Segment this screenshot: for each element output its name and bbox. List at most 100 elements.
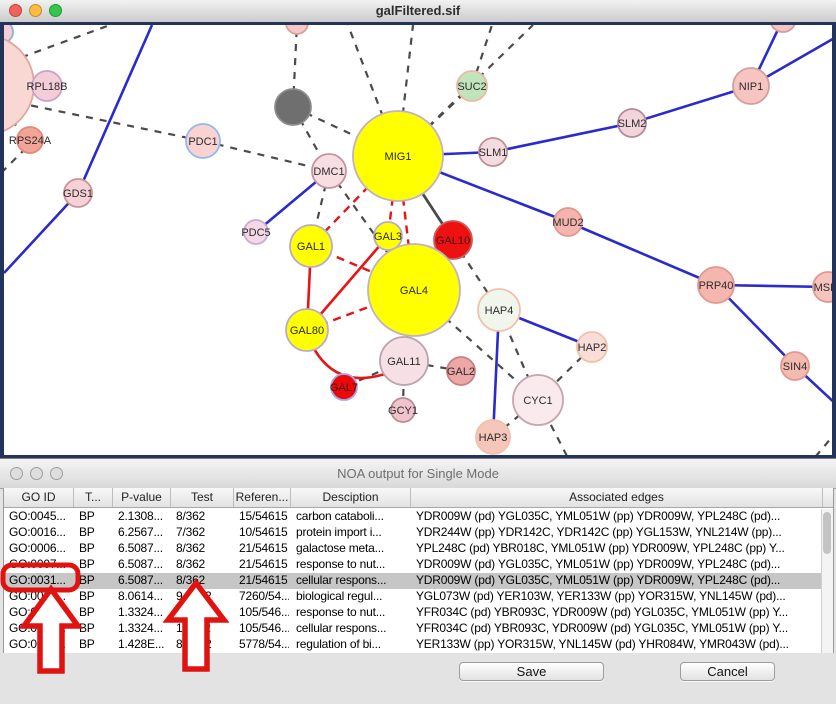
table-cell: YDR009W (pd) YGL035C, YML051W (pp) YDR00… bbox=[416, 557, 821, 573]
table-cell: 80/362 bbox=[176, 637, 232, 653]
table-cell: 1.428E... bbox=[118, 637, 169, 653]
table-cell: 8/362 bbox=[176, 541, 232, 557]
vertical-scrollbar[interactable] bbox=[821, 509, 833, 653]
node-label-GAL2: GAL2 bbox=[447, 366, 475, 378]
table-cell: cellular respons... bbox=[296, 621, 409, 637]
scrollbar-thumb[interactable] bbox=[823, 512, 831, 554]
table-cell: GO:0031... bbox=[9, 573, 72, 589]
node-label-GAL80: GAL80 bbox=[290, 325, 324, 337]
node-label-PRP40: PRP40 bbox=[699, 280, 734, 292]
node-label-RPS24A: RPS24A bbox=[9, 135, 52, 147]
table-row[interactable]: GO:0031...BP6.5087...8/36221/54615cellul… bbox=[4, 573, 834, 589]
table-row[interactable]: GO:0065...BP8.0614...94/3627260/54...bio… bbox=[4, 589, 834, 605]
table-cell: BP bbox=[79, 557, 111, 573]
column-header-6[interactable]: Associated edges bbox=[411, 488, 823, 507]
table-cell: 94/362 bbox=[176, 589, 232, 605]
table-cell: BP bbox=[79, 637, 111, 653]
table-row[interactable]: GO:0006...BP6.5087...8/36221/54615galact… bbox=[4, 541, 834, 557]
node-label-DMC1: DMC1 bbox=[313, 166, 344, 178]
table-cell: BP bbox=[79, 621, 111, 637]
network-canvas[interactable]: RPL18BRPS24AGDS1PDC1PDC5MIG1SUC2SLM1DMC1… bbox=[0, 22, 836, 458]
table-row[interactable]: GO:0031... BP 1.3324... 11/362 105/546... cel… bbox=[4, 621, 834, 637]
main-window-title: galFiltered.sif bbox=[0, 3, 836, 18]
table-cell: GO:0031... bbox=[9, 621, 72, 637]
table-cell: GO:0031... bbox=[9, 605, 72, 621]
table-row[interactable]: GO:0016... BP 6.2567... 7/362 10/54615 protei… bbox=[4, 525, 834, 541]
table-cell: 6.5087... bbox=[118, 573, 169, 589]
node-label-GDS1: GDS1 bbox=[63, 188, 93, 200]
table-cell: YER133W (pp) YOR315W, YNL145W (pd) YHR08… bbox=[416, 637, 821, 653]
save-button[interactable]: Save bbox=[459, 662, 604, 681]
table-cell: 10/54615 bbox=[239, 525, 289, 541]
table-cell: 1.3324... bbox=[118, 605, 169, 621]
table-cell: 105/546... bbox=[239, 621, 289, 637]
canvas-frame bbox=[832, 22, 836, 458]
main-window-titlebar[interactable]: galFiltered.sif bbox=[0, 0, 836, 23]
table-cell: GO:0050... bbox=[9, 637, 72, 653]
table-cell: galactose meta... bbox=[296, 541, 409, 557]
table-cell: 21/54615 bbox=[239, 573, 289, 589]
table-cell: biological regul... bbox=[296, 589, 409, 605]
node-label-MUD2: MUD2 bbox=[552, 217, 583, 229]
table-header[interactable]: GO IDT...P-valueTestReferen...Desciption… bbox=[4, 488, 834, 508]
table-cell: 6.2567... bbox=[118, 525, 169, 541]
table-cell: BP bbox=[79, 541, 111, 557]
noa-results-table[interactable]: GO IDT...P-valueTestReferen...Desciption… bbox=[3, 488, 834, 653]
table-cell: 7/362 bbox=[176, 525, 232, 541]
column-header-2[interactable]: P-value bbox=[113, 488, 171, 507]
canvas-background bbox=[4, 25, 832, 455]
table-cell: YFR034C (pd) YBR093C, YDR009W (pd) YGL03… bbox=[416, 605, 821, 621]
column-header-3[interactable]: Test bbox=[171, 488, 234, 507]
table-cell: GO:0045... bbox=[9, 509, 72, 525]
table-cell: BP bbox=[79, 605, 111, 621]
node-label-PDC1: PDC1 bbox=[188, 136, 217, 148]
table-row[interactable]: GO:0031...BP1.3324...11/362105/546...res… bbox=[4, 605, 834, 621]
column-header-0[interactable]: GO ID bbox=[4, 488, 74, 507]
table-cell: BP bbox=[79, 525, 111, 541]
table-cell: 8/362 bbox=[176, 509, 232, 525]
node-label-NIP1: NIP1 bbox=[739, 81, 763, 93]
table-row[interactable]: GO:0050... BP 1.428E... 80/362 5778/54... reg… bbox=[4, 637, 834, 653]
table-cell: YDR244W (pp) YDR142C, YDR142C (pp) YGL15… bbox=[416, 525, 821, 541]
node-label-RPL18B: RPL18B bbox=[27, 81, 68, 93]
table-cell: regulation of bi... bbox=[296, 637, 409, 653]
column-header-4[interactable]: Referen... bbox=[234, 488, 291, 507]
table-cell: GO:0006... bbox=[9, 541, 72, 557]
table-cell: 11/362 bbox=[176, 621, 232, 637]
table-cell: BP bbox=[79, 573, 111, 589]
node-label-GAL4: GAL4 bbox=[400, 285, 428, 297]
column-header-1[interactable]: T... bbox=[74, 488, 113, 507]
table-cell: 6.5087... bbox=[118, 557, 169, 573]
column-header-5[interactable]: Desciption bbox=[291, 488, 411, 507]
noa-window: NOA output for Single Mode GO IDT...P-va… bbox=[0, 458, 836, 704]
node-label-GCY1: GCY1 bbox=[388, 405, 418, 417]
node-label-SLM1: SLM1 bbox=[479, 147, 508, 159]
table-cell: GO:0016... bbox=[9, 525, 72, 541]
table-cell: 2.1308... bbox=[118, 509, 169, 525]
cancel-button[interactable]: Cancel bbox=[680, 662, 775, 681]
node-label-GAL10: GAL10 bbox=[436, 235, 470, 247]
noa-window-titlebar[interactable]: NOA output for Single Mode bbox=[0, 459, 836, 489]
table-cell: 1.3324... bbox=[118, 621, 169, 637]
table-body[interactable]: GO:0045...BP2.1308...8/36215/54615carbon… bbox=[4, 509, 834, 653]
table-cell: BP bbox=[79, 509, 111, 525]
table-cell: YDR009W (pd) YGL035C, YML051W (pp) YDR00… bbox=[416, 573, 821, 589]
canvas-frame bbox=[0, 22, 836, 25]
table-cell: 7260/54... bbox=[239, 589, 289, 605]
node-label-GAL3: GAL3 bbox=[374, 231, 402, 243]
table-cell: YFR034C (pd) YBR093C, YDR009W (pd) YGL03… bbox=[416, 621, 821, 637]
node-label-SLM2: SLM2 bbox=[618, 118, 647, 130]
table-cell: 5778/54... bbox=[239, 637, 289, 653]
table-cell: 8/362 bbox=[176, 573, 232, 589]
node-label-HAP3: HAP3 bbox=[479, 432, 508, 444]
node-label-PDC5: PDC5 bbox=[241, 227, 270, 239]
noa-window-title: NOA output for Single Mode bbox=[0, 466, 836, 481]
table-cell: BP bbox=[79, 589, 111, 605]
canvas-frame bbox=[0, 22, 4, 458]
table-row[interactable]: GO:0007...BP6.5087...8/36221/54615respon… bbox=[4, 557, 834, 573]
node-label-SIN4: SIN4 bbox=[783, 361, 807, 373]
node-grayn[interactable] bbox=[275, 89, 311, 125]
table-row[interactable]: GO:0045...BP2.1308...8/36215/54615carbon… bbox=[4, 509, 834, 525]
table-cell: protein import i... bbox=[296, 525, 409, 541]
node-label-MIG1: MIG1 bbox=[385, 151, 412, 163]
